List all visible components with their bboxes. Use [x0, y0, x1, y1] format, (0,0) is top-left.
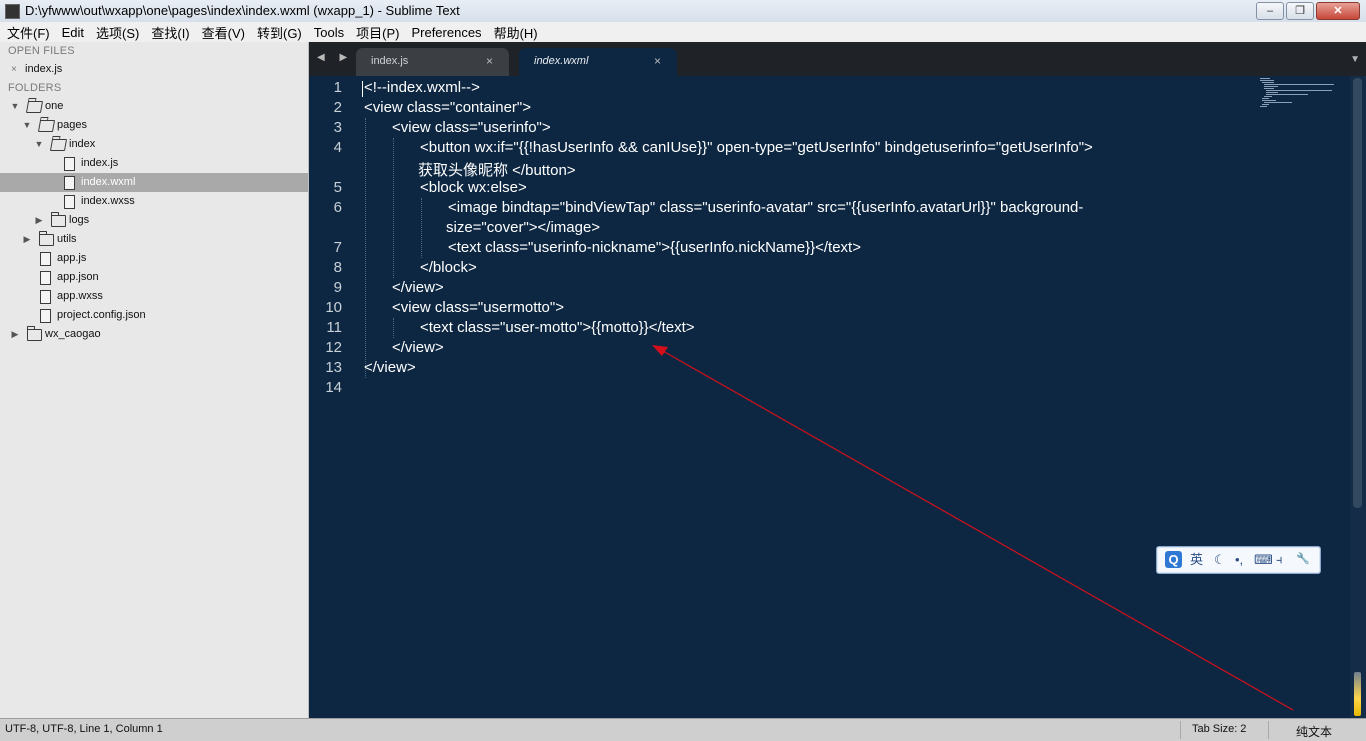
status-bar: UTF-8, UTF-8, Line 1, Column 1 Tab Size:… [0, 718, 1366, 741]
cursor-position: UTF-8, UTF-8, Line 1, Column 1 [5, 723, 163, 735]
english-mode-icon[interactable]: 英 [1190, 550, 1203, 569]
ime-toolbar[interactable]: Q 英 ☾ •, ⌨ ⫞ 🔧 [1156, 546, 1321, 574]
status-separator [1180, 721, 1181, 739]
split-icon[interactable]: ⫞ [1276, 550, 1283, 569]
moon-icon[interactable]: ☾ [1214, 550, 1226, 569]
tab-size-selector[interactable]: Tab Size: 2 [1192, 723, 1246, 735]
search-logo-icon[interactable]: Q [1165, 551, 1182, 568]
keyboard-icon[interactable]: ⌨ [1254, 550, 1273, 569]
status-separator [1268, 721, 1269, 739]
syntax-selector[interactable]: 纯文本 [1296, 723, 1332, 740]
wrench-icon[interactable]: 🔧 [1296, 550, 1310, 569]
annotation-arrow [652, 345, 1294, 711]
punctuation-icon[interactable]: •, [1235, 550, 1243, 569]
